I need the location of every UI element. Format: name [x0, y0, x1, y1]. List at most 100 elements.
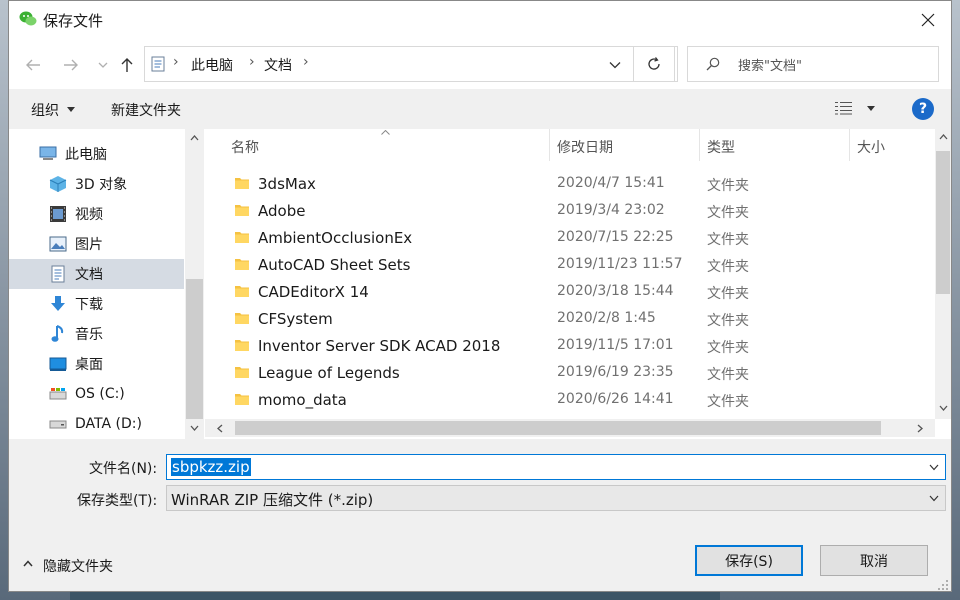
help-button[interactable]: ?	[912, 98, 934, 120]
up-button[interactable]	[115, 53, 139, 77]
file-list: 名称 修改日期 类型 大小 3dsMax 2020/4/7 15:41 文件夹 …	[205, 129, 951, 439]
download-icon	[49, 295, 67, 313]
command-toolbar: 组织 新建文件夹 ?	[9, 89, 951, 129]
desktop-icon	[49, 355, 67, 373]
file-row[interactable]: AutoCAD Sheet Sets 2019/11/23 11:57 文件夹	[205, 251, 935, 278]
column-separator[interactable]	[699, 129, 700, 161]
file-row[interactable]: momo_data 2020/6/26 14:41 文件夹	[205, 386, 935, 413]
sidebar-item-desktop[interactable]: 桌面	[9, 349, 184, 379]
sidebar-label: DATA (D:)	[75, 416, 142, 432]
view-options-button[interactable]	[835, 101, 875, 117]
file-row[interactable]: League of Legends 2019/6/19 23:35 文件夹	[205, 359, 935, 386]
filetype-label: 保存类型(T):	[77, 493, 158, 509]
drive-icon	[49, 385, 67, 403]
file-type: 文件夹	[707, 394, 749, 410]
sidebar-item-os-c[interactable]: OS (C:)	[9, 379, 184, 409]
sidebar-item-videos[interactable]: 视频	[9, 199, 184, 229]
navigation-scrollbar-thumb[interactable]	[186, 279, 203, 419]
file-name: Adobe	[258, 202, 306, 220]
close-button[interactable]	[905, 1, 951, 39]
refresh-icon	[648, 57, 660, 70]
address-dropdown-button[interactable]	[605, 55, 625, 75]
filename-input[interactable]: sbpkzz.zip	[166, 454, 946, 480]
file-type: 文件夹	[707, 313, 749, 329]
organize-menu[interactable]: 组织	[31, 100, 59, 120]
address-bar[interactable]: › 此电脑 › 文档 ›	[144, 46, 678, 82]
file-date: 2020/2/8 1:45	[557, 310, 656, 326]
file-row[interactable]: 3dsMax 2020/4/7 15:41 文件夹	[205, 170, 935, 197]
save-button[interactable]: 保存(S)	[695, 545, 803, 576]
column-type[interactable]: 类型	[707, 137, 735, 157]
chevron-down-icon	[609, 62, 621, 69]
hide-folders-label: 隐藏文件夹	[43, 559, 113, 575]
refresh-button[interactable]	[633, 46, 675, 82]
sidebar-item-documents[interactable]: 文档	[9, 259, 184, 289]
navigation-scrollbar[interactable]	[185, 129, 204, 439]
sidebar-item-downloads[interactable]: 下载	[9, 289, 184, 319]
column-date-modified[interactable]: 修改日期	[557, 137, 613, 157]
file-date: 2020/6/26 14:41	[557, 391, 674, 407]
folder-icon	[235, 340, 249, 351]
vertical-scrollbar-thumb[interactable]	[936, 151, 950, 294]
details-view-icon	[835, 102, 852, 115]
file-list-vertical-scrollbar[interactable]	[935, 129, 951, 419]
document-icon	[49, 265, 67, 283]
caret-down-icon	[867, 106, 875, 111]
navigation-bar: › 此电脑 › 文档 › 搜索"文档"	[9, 39, 951, 89]
hide-folders-toggle[interactable]: 隐藏文件夹	[23, 555, 133, 575]
file-row[interactable]: CFSystem 2020/2/8 1:45 文件夹	[205, 305, 935, 332]
filetype-select[interactable]: WinRAR ZIP 压缩文件 (*.zip)	[166, 485, 946, 511]
sidebar-item-data-d[interactable]: DATA (D:)	[9, 409, 184, 439]
file-row[interactable]: CADEditorX 14 2020/3/18 15:44 文件夹	[205, 278, 935, 305]
cancel-button[interactable]: 取消	[820, 545, 928, 576]
drive-icon	[49, 415, 67, 433]
caret-down-icon	[67, 107, 75, 112]
music-icon	[49, 325, 67, 343]
back-button[interactable]	[21, 53, 45, 77]
arrow-right-icon	[64, 59, 78, 71]
sidebar-label: 此电脑	[65, 147, 107, 163]
folder-icon	[235, 205, 249, 216]
sidebar-item-3d-objects[interactable]: 3D 对象	[9, 169, 184, 199]
navigation-pane: 此电脑 3D 对象 视频 图片 文档 下载 音乐 桌面 OS (C:) DATA…	[9, 129, 205, 439]
file-list-horizontal-scrollbar[interactable]	[205, 419, 935, 437]
breadcrumb-separator: ›	[249, 54, 255, 70]
folder-icon	[235, 286, 249, 297]
column-separator[interactable]	[849, 129, 850, 161]
file-type: 文件夹	[707, 259, 749, 275]
filename-value: sbpkzz.zip	[171, 458, 251, 476]
breadcrumb-separator: ›	[173, 54, 179, 70]
wechat-icon	[19, 11, 37, 26]
recent-locations-button[interactable]	[91, 53, 115, 77]
folder-icon	[235, 232, 249, 243]
breadcrumb-this-pc[interactable]: 此电脑	[191, 55, 233, 75]
file-type: 文件夹	[707, 178, 749, 194]
file-name: AutoCAD Sheet Sets	[258, 256, 411, 274]
column-separator[interactable]	[549, 129, 550, 161]
sidebar-item-this-pc[interactable]: 此电脑	[9, 139, 184, 169]
forward-button[interactable]	[59, 53, 83, 77]
column-size[interactable]: 大小	[857, 137, 885, 157]
scroll-left-icon	[217, 424, 223, 433]
breadcrumb-documents[interactable]: 文档	[264, 55, 292, 75]
file-row[interactable]: Adobe 2019/3/4 23:02 文件夹	[205, 197, 935, 224]
sidebar-label: 桌面	[75, 357, 103, 373]
arrow-left-icon	[26, 59, 40, 71]
filetype-value: WinRAR ZIP 压缩文件 (*.zip)	[171, 491, 374, 509]
column-name[interactable]: 名称	[231, 137, 259, 157]
sidebar-label: 音乐	[75, 327, 103, 343]
search-box[interactable]: 搜索"文档"	[687, 46, 939, 82]
close-icon	[921, 13, 935, 27]
new-folder-button[interactable]: 新建文件夹	[111, 100, 181, 120]
filename-label: 文件名(N):	[89, 461, 158, 477]
file-row[interactable]: Inventor Server SDK ACAD 2018 2019/11/5 …	[205, 332, 935, 359]
file-name: AmbientOcclusionEx	[258, 229, 413, 247]
sidebar-item-music[interactable]: 音乐	[9, 319, 184, 349]
save-file-dialog: 保存文件 › 此电脑 › 文档 › 搜索"文档" 组织 新建文件夹 ? 此电脑 …	[8, 0, 952, 592]
horizontal-scrollbar-thumb[interactable]	[235, 421, 881, 435]
resize-grip-icon[interactable]	[937, 579, 949, 591]
sidebar-item-pictures[interactable]: 图片	[9, 229, 184, 259]
file-date: 2019/11/23 11:57	[557, 256, 683, 272]
file-row[interactable]: AmbientOcclusionEx 2020/7/15 22:25 文件夹	[205, 224, 935, 251]
file-name: League of Legends	[258, 364, 400, 382]
